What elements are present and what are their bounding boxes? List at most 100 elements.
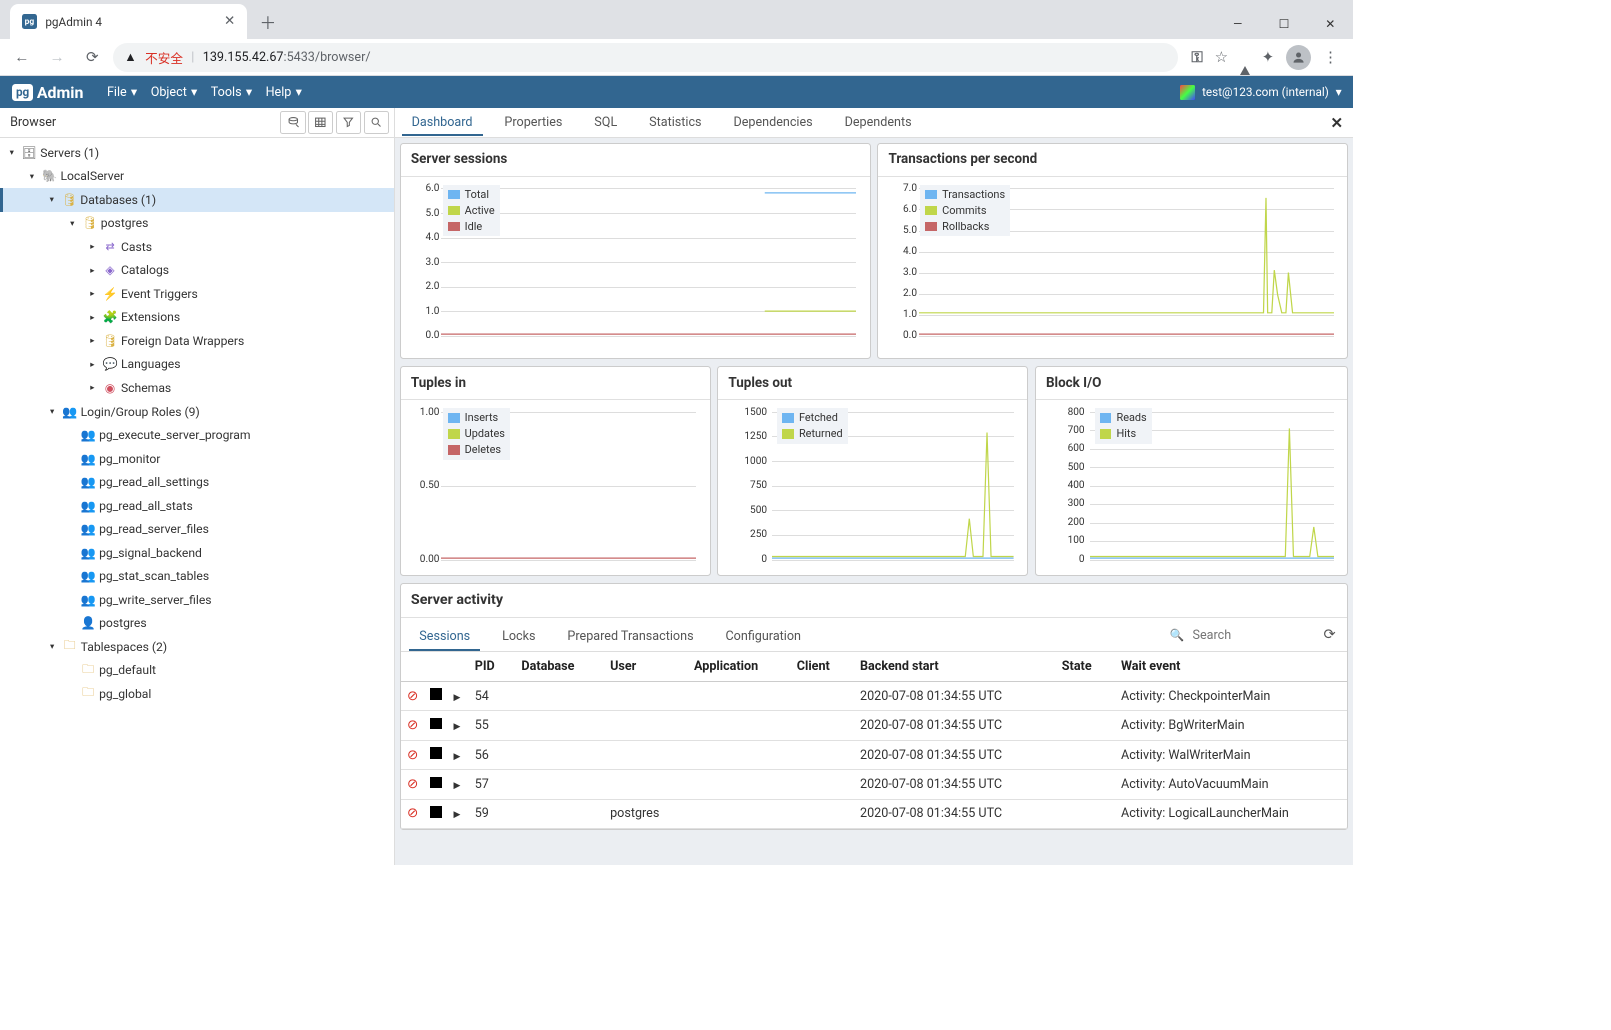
password-key-icon[interactable]: ⚿ xyxy=(1191,48,1203,67)
profile-avatar-icon[interactable] xyxy=(1286,45,1311,70)
activity-tab-prepared[interactable]: Prepared Transactions xyxy=(557,623,703,652)
tree-role[interactable]: 👤postgres xyxy=(0,611,394,635)
terminate-session-icon[interactable] xyxy=(430,806,442,818)
main-tabs: Dashboard Properties SQL Statistics Depe… xyxy=(395,108,1353,137)
col-pid: PID xyxy=(466,652,513,681)
tree-catalogs[interactable]: ▸◈Catalogs xyxy=(0,259,394,283)
menu-file[interactable]: File ▾ xyxy=(107,84,137,100)
expand-row-icon[interactable]: ▶ xyxy=(454,692,461,703)
panel-close-button[interactable]: ✕ xyxy=(1327,110,1346,135)
query-tool-button[interactable] xyxy=(280,111,305,135)
table-row[interactable]: ⊘▶552020-07-08 01:34:55 UTCActivity: BgW… xyxy=(401,711,1347,740)
menu-object[interactable]: Object ▾ xyxy=(151,84,198,100)
tab-dependencies[interactable]: Dependencies xyxy=(723,109,822,136)
expand-row-icon[interactable]: ▶ xyxy=(454,780,461,791)
tab-statistics[interactable]: Statistics xyxy=(639,109,712,136)
tab-dependents[interactable]: Dependents xyxy=(835,109,922,136)
expand-row-icon[interactable]: ▶ xyxy=(454,721,461,732)
window-maximize-icon[interactable]: ☐ xyxy=(1261,8,1307,40)
filter-button[interactable] xyxy=(336,111,361,135)
tree-tablespaces[interactable]: ▾🗀Tablespaces (2) xyxy=(0,635,394,659)
expand-row-icon[interactable]: ▶ xyxy=(454,809,461,820)
cell-application xyxy=(686,740,789,769)
tab-properties[interactable]: Properties xyxy=(494,109,572,136)
bookmark-star-icon[interactable]: ☆ xyxy=(1215,48,1229,66)
menu-help[interactable]: Help ▾ xyxy=(266,84,302,100)
chrome-menu-icon[interactable]: ⋮ xyxy=(1323,48,1338,66)
tree-role[interactable]: 👥pg_signal_backend xyxy=(0,541,394,565)
address-bar[interactable]: ▲ 不安全 | 139.155.42.67:5433/browser/ xyxy=(113,43,1178,72)
tree-postgres-db[interactable]: ▾🛢postgres xyxy=(0,212,394,236)
terminate-session-icon[interactable] xyxy=(430,718,442,730)
tree-extensions[interactable]: ▸🧩Extensions xyxy=(0,306,394,330)
tree-role[interactable]: 👥pg_monitor xyxy=(0,447,394,471)
activity-tab-config[interactable]: Configuration xyxy=(715,623,811,652)
tree-role[interactable]: 👥pg_read_all_stats xyxy=(0,494,394,518)
activity-tab-locks[interactable]: Locks xyxy=(492,623,546,652)
chrome-toolbar: ← → ⟳ ▲ 不安全 | 139.155.42.67:5433/browser… xyxy=(0,39,1353,76)
cancel-query-icon[interactable]: ⊘ xyxy=(407,806,418,821)
cell-database xyxy=(513,770,602,799)
tree-role[interactable]: 👥pg_execute_server_program xyxy=(0,423,394,447)
activity-tabs: Sessions Locks Prepared Transactions Con… xyxy=(401,618,1347,653)
cancel-query-icon[interactable]: ⊘ xyxy=(407,748,418,763)
tab-close-icon[interactable]: ✕ xyxy=(224,14,235,29)
tree-event-triggers[interactable]: ▸⚡Event Triggers xyxy=(0,282,394,306)
table-row[interactable]: ⊘▶59postgres2020-07-08 01:34:55 UTCActiv… xyxy=(401,799,1347,828)
table-row[interactable]: ⊘▶572020-07-08 01:34:55 UTCActivity: Aut… xyxy=(401,770,1347,799)
tree-local-server[interactable]: ▾🐘LocalServer xyxy=(0,165,394,189)
tree-role[interactable]: 👥pg_write_server_files xyxy=(0,588,394,612)
url-path: :5433/browser/ xyxy=(284,50,371,65)
pgadmin-logo[interactable]: pgAdmin xyxy=(12,83,84,102)
card-server-activity: Server activity Sessions Locks Prepared … xyxy=(400,583,1348,830)
table-row[interactable]: ⊘▶542020-07-08 01:34:55 UTCActivity: Che… xyxy=(401,681,1347,710)
tree-languages[interactable]: ▸💬Languages xyxy=(0,353,394,377)
window-close-icon[interactable]: ✕ xyxy=(1307,8,1353,40)
tree-role[interactable]: 👥pg_read_server_files xyxy=(0,517,394,541)
new-tab-button[interactable]: ＋ xyxy=(254,8,283,37)
extensions-puzzle-icon[interactable]: ✦ xyxy=(1262,48,1275,66)
tree-schemas[interactable]: ▸◉Schemas xyxy=(0,376,394,400)
cancel-query-icon[interactable]: ⊘ xyxy=(407,689,418,704)
browser-tree[interactable]: ▾🗄Servers (1) ▾🐘LocalServer ▾🛢Databases … xyxy=(0,138,394,865)
card-title: Tuples out xyxy=(718,367,1027,400)
chrome-tab[interactable]: pg pgAdmin 4 ✕ xyxy=(10,4,247,39)
search-button[interactable] xyxy=(364,111,389,135)
col-database: Database xyxy=(513,652,602,681)
cancel-query-icon[interactable]: ⊘ xyxy=(407,718,418,733)
expand-row-icon[interactable]: ▶ xyxy=(454,751,461,762)
insecure-label: 不安全 xyxy=(145,48,183,67)
activity-search-input[interactable] xyxy=(1192,628,1310,643)
tree-servers[interactable]: ▾🗄Servers (1) xyxy=(0,141,394,165)
tree-casts[interactable]: ▸⇄Casts xyxy=(0,235,394,259)
terminate-session-icon[interactable] xyxy=(430,688,442,700)
chevron-down-icon: ▾ xyxy=(1336,85,1342,99)
table-row[interactable]: ⊘▶562020-07-08 01:34:55 UTCActivity: Wal… xyxy=(401,740,1347,769)
brave-shield-icon[interactable] xyxy=(1240,48,1250,66)
tab-dashboard[interactable]: Dashboard xyxy=(402,109,483,136)
tree-role[interactable]: 👥pg_stat_scan_tables xyxy=(0,564,394,588)
pgadmin-user-menu[interactable]: test@123.com (internal) ▾ xyxy=(1180,85,1341,100)
tree-tablespace-item[interactable]: 🗀pg_default xyxy=(0,658,394,682)
pg-icon: pg xyxy=(12,84,34,101)
tree-login-roles[interactable]: ▾👥Login/Group Roles (9) xyxy=(0,400,394,424)
reload-button[interactable]: ⟳ xyxy=(77,42,107,72)
cancel-query-icon[interactable]: ⊘ xyxy=(407,777,418,792)
tree-fdw[interactable]: ▸🛢Foreign Data Wrappers xyxy=(0,329,394,353)
forward-button[interactable]: → xyxy=(42,42,72,72)
cell-wait-event: Activity: AutoVacuumMain xyxy=(1113,770,1348,799)
terminate-session-icon[interactable] xyxy=(430,777,442,789)
view-data-button[interactable] xyxy=(308,111,333,135)
activity-refresh-button[interactable]: ⟳ xyxy=(1320,624,1339,647)
tab-sql[interactable]: SQL xyxy=(584,109,627,136)
menu-tools[interactable]: Tools ▾ xyxy=(211,84,252,100)
window-minimize-icon[interactable]: — xyxy=(1215,8,1261,40)
tree-tablespace-item[interactable]: 🗀pg_global xyxy=(0,682,394,706)
terminate-session-icon[interactable] xyxy=(430,747,442,759)
cell-user xyxy=(602,770,686,799)
cell-pid: 59 xyxy=(466,799,513,828)
tree-databases[interactable]: ▾🛢Databases (1) xyxy=(0,188,394,212)
activity-tab-sessions[interactable]: Sessions xyxy=(409,623,480,652)
back-button[interactable]: ← xyxy=(7,42,37,72)
tree-role[interactable]: 👥pg_read_all_settings xyxy=(0,470,394,494)
